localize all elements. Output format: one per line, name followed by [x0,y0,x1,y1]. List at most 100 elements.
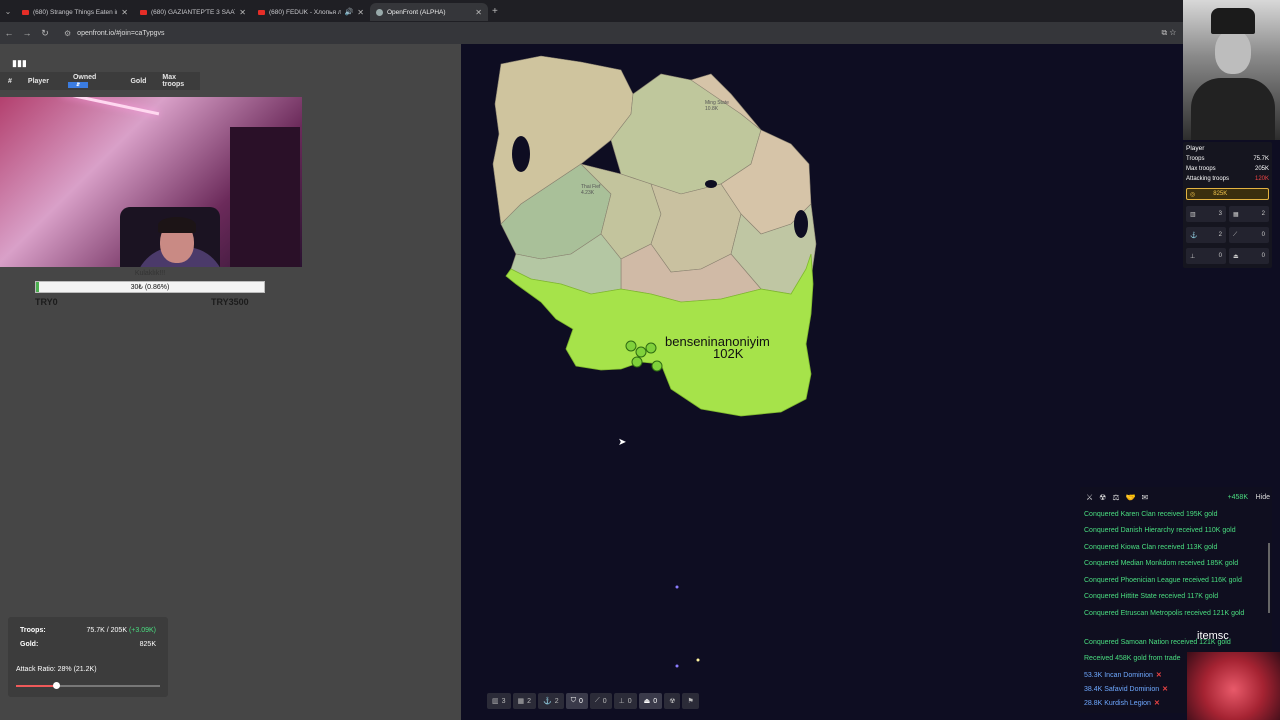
info-attacking-row: Attacking troops 120K [1186,176,1269,182]
install-app-icon[interactable]: ⧉ ☆ [1162,28,1176,38]
browser-tab-active[interactable]: OpenFront (ALPHA) ✕ [370,3,488,21]
browser-toolbar: ← → ↻ ⚙ openfront.io/#join=caTypgvs ⧉ ☆ [0,22,1280,44]
gold-coin-icon: ◎ [1190,191,1196,198]
leaderboard-header: # Player Owned⇵ Gold Max troops [0,72,200,90]
browser-tab[interactable]: (680) FEDUK - Хлопья летят 🔊 ✕ [252,3,370,21]
column-player[interactable]: Player [20,78,57,85]
back-button[interactable]: ← [0,28,18,38]
close-tab-icon[interactable]: ✕ [357,8,364,17]
reload-button[interactable]: ↻ [36,28,54,39]
lake [794,210,808,238]
event-log-scrollbar[interactable] [1268,543,1270,613]
unit-icon [645,342,657,354]
ship-marker [696,658,700,662]
troops-row: Troops: 75.7K / 205K (+3.09K) [20,627,156,634]
youtube-icon [140,9,147,15]
port-icon: ⚓ [543,698,552,705]
sword-filter-icon[interactable]: ⚔ [1086,493,1093,502]
unit-icon [631,356,643,368]
trade-filter-icon[interactable]: ⚖ [1112,493,1119,502]
info-label: Troops [1186,156,1205,162]
attack-text: 53.3K Incan Dominion [1084,672,1153,679]
attack-ratio-knob[interactable] [53,682,61,689]
building-warship[interactable]: ⏏ 0 [1229,248,1269,264]
nuke-filter-icon[interactable]: ☢ [1099,493,1106,502]
gold-display: ◎ 825K [1186,188,1269,200]
city-icon: ▥ [492,698,499,705]
warship-icon: ⏏ [643,698,651,705]
chat-filter-icon[interactable]: ✉ [1141,493,1148,502]
building-count: 0 [1261,253,1265,259]
site-info-icon[interactable]: ⚙ [64,29,71,38]
event-item: Conquered Danish Hierarchy received 110K… [1084,527,1236,534]
attack-ratio-slider[interactable] [16,682,160,689]
building-count: 2 [1261,211,1265,217]
map-label-thai: Thai Fief 4.23K [581,184,600,196]
build-count: 0 [602,697,607,705]
tab-title: OpenFront (ALPHA) [387,8,446,16]
alliance-filter-icon[interactable]: 🤝 [1126,493,1136,502]
portrait-hat [1211,8,1255,34]
hide-log-button[interactable]: Hide [1256,494,1270,501]
troops-value: 75.7K / 205K [86,627,127,634]
build-warship-button[interactable]: ⏏ 0 [638,693,663,709]
building-factory[interactable]: ▦ 2 [1229,206,1269,222]
building-port[interactable]: ⚓ 2 [1186,227,1226,243]
cancel-attack-icon[interactable]: ✕ [1162,686,1168,693]
building-missile-silo[interactable]: ⟋ 0 [1229,227,1269,243]
portrait-face [1215,30,1251,74]
door [230,127,300,267]
build-atom-bomb-button[interactable]: ☢ [664,693,681,709]
attack-text: 38.4K Safavid Dominion [1084,686,1160,693]
new-tab-button[interactable]: + [492,6,498,17]
building-city[interactable]: ▥ 3 [1186,206,1226,222]
close-tab-icon[interactable]: ✕ [475,8,482,17]
build-mirv-button[interactable]: ⚑ [682,693,699,709]
troops-label: Troops: [20,627,46,634]
browser-tab[interactable]: (680) Strange Things Eaten in Il ✕ [16,3,134,21]
gold-income-label: +458K [1227,493,1248,501]
close-tab-icon[interactable]: ✕ [121,8,128,17]
cancel-attack-icon[interactable]: ✕ [1156,672,1162,679]
build-count: 2 [554,697,559,705]
event-item: Conquered Etruscan Metropolis received 1… [1084,610,1245,617]
browser-tab[interactable]: (680) GAZİANTEP'TE 3 SAATTE ✕ [134,3,252,21]
leaderboard-icon[interactable]: ▮▮▮ [12,58,27,69]
tab-search-button[interactable]: ⌄ [0,0,16,22]
close-tab-icon[interactable]: ✕ [239,8,246,17]
led-strip [60,97,160,116]
build-city-button[interactable]: ▥ 3 [487,693,511,709]
gold-row: Gold: 825K [20,641,156,648]
column-rank[interactable]: # [0,78,20,85]
build-missile-silo-button[interactable]: ⟋ 0 [589,693,612,709]
missile-silo-icon: ⟋ [1233,231,1238,238]
column-max-troops[interactable]: Max troops [154,74,200,88]
build-defense-post-button[interactable]: ⛉ 0 [565,693,588,709]
info-value: 205K [1254,166,1269,172]
info-troops-row: Troops 75.7K [1186,156,1269,162]
info-value: 75.7K [1253,156,1269,162]
building-count: 0 [1218,253,1222,259]
column-gold[interactable]: Gold [122,78,154,85]
column-owned[interactable]: Owned⇵ [57,74,123,88]
troops-delta: (+3.09K) [128,627,156,634]
building-count: 0 [1261,232,1265,238]
donation-goal-title: Kulaklık!!! [134,270,166,277]
build-sam-button[interactable]: ⊥ 0 [613,693,637,709]
youtube-icon [22,9,29,15]
building-sam[interactable]: ⊥ 0 [1186,248,1226,264]
build-port-button[interactable]: ⚓ 2 [538,693,564,709]
missile-silo-icon: ⟋ [594,697,600,704]
youtube-icon [258,9,265,15]
map-label-ming: Ming State 10.8K [705,100,729,112]
forward-button[interactable]: → [18,28,36,38]
city-icon: ▥ [1190,211,1196,218]
gold-label: Gold: [20,641,39,648]
address-bar[interactable]: ⚙ openfront.io/#join=caTypgvs [60,25,1140,41]
speaker-icon[interactable]: 🔊 [345,8,354,16]
lake [705,180,717,188]
troops-value-group: 75.7K / 205K (+3.09K) [87,627,156,634]
build-factory-button[interactable]: ▦ 2 [512,693,537,709]
event-item: Conquered Hittite State received 117K go… [1084,593,1219,600]
cancel-attack-icon[interactable]: ✕ [1154,700,1160,707]
